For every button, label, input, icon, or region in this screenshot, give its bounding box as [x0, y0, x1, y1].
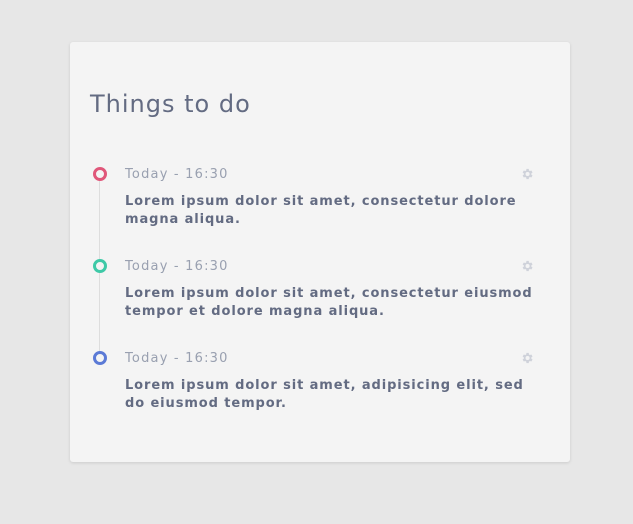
item-description: Lorem ipsum dolor sit amet, adipisicing …: [125, 378, 524, 411]
timeline-item: Today - 16:30 Lorem ipsum dolor sit amet…: [70, 259, 570, 329]
todo-card: Things to do Today - 16:30 Lorem ipsum d…: [70, 42, 570, 462]
item-time: Today - 16:30: [125, 259, 229, 274]
gear-icon[interactable]: [520, 259, 534, 273]
timeline-dot: [93, 167, 107, 181]
gear-icon[interactable]: [520, 351, 534, 365]
timeline-dot: [93, 351, 107, 365]
item-time: Today - 16:30: [125, 167, 229, 182]
timeline-dot: [93, 259, 107, 273]
timeline-item: Today - 16:30 Lorem ipsum dolor sit amet…: [70, 167, 570, 237]
timeline-item: Today - 16:30 Lorem ipsum dolor sit amet…: [70, 351, 570, 421]
item-time: Today - 16:30: [125, 351, 229, 366]
item-description: Lorem ipsum dolor sit amet, consectetur …: [125, 194, 517, 227]
item-description: Lorem ipsum dolor sit amet, consectetur …: [125, 286, 533, 319]
gear-icon[interactable]: [520, 167, 534, 181]
card-title: Things to do: [90, 90, 251, 118]
